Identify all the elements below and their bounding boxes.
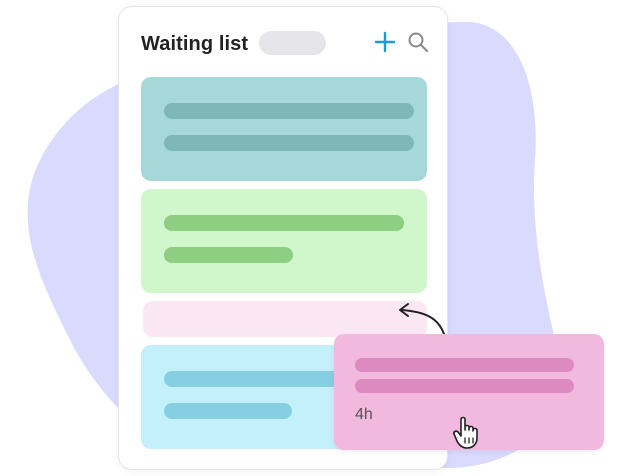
list-card-green[interactable] — [141, 189, 427, 293]
plus-icon — [374, 31, 396, 53]
list-card-teal[interactable] — [141, 77, 427, 181]
text-placeholder-bar — [164, 247, 293, 263]
search-icon — [408, 32, 428, 52]
text-placeholder-bar — [355, 379, 574, 393]
text-placeholder-bar — [164, 135, 414, 151]
card-duration: 4h — [355, 406, 373, 423]
text-placeholder-bar — [355, 358, 574, 372]
add-button[interactable] — [374, 31, 396, 53]
title-placeholder-pill — [259, 31, 326, 55]
text-placeholder-bar — [164, 103, 414, 119]
text-placeholder-bar — [164, 215, 404, 231]
drop-placeholder-slot[interactable] — [143, 301, 427, 337]
panel-title: Waiting list — [141, 33, 249, 55]
text-placeholder-bar — [164, 403, 292, 419]
hand-pointer-icon — [453, 416, 478, 449]
search-button[interactable] — [407, 31, 429, 53]
